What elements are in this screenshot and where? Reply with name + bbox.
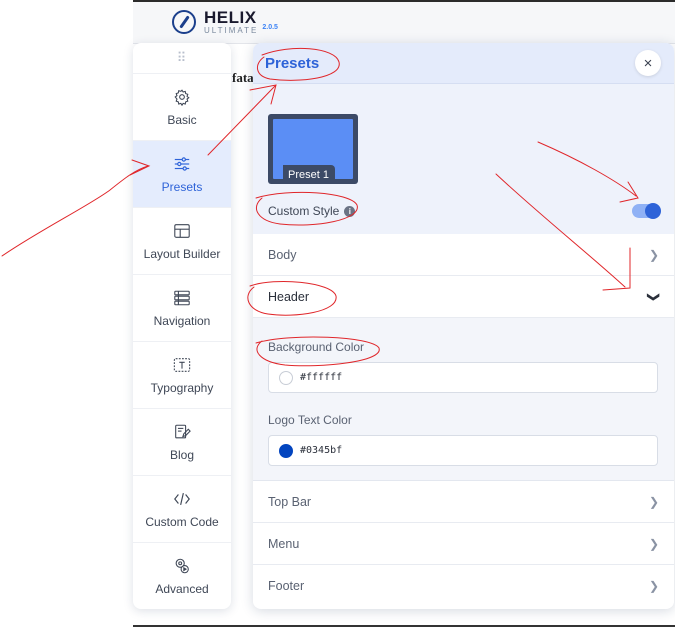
logo-text-color-label: Logo Text Color	[268, 413, 352, 427]
background-color-input[interactable]: #ffffff	[268, 362, 658, 393]
sliders-icon	[172, 155, 192, 173]
panel-title: Presets	[265, 54, 320, 72]
edit-icon	[172, 423, 192, 441]
chevron-right-icon: ❯	[648, 579, 659, 593]
logo-title: HELIX	[204, 8, 257, 27]
sidebar-item-label: Typography	[150, 380, 214, 395]
accordion-menu[interactable]: Menu ❯	[253, 523, 674, 565]
close-icon: ×	[643, 54, 653, 72]
accordion-top-bar[interactable]: Top Bar ❯	[253, 481, 674, 523]
background-color-value: #ffffff	[300, 372, 343, 383]
accordion-label: Body	[268, 247, 297, 262]
helix-logo: HELIX ULTIMATE 2.0.5	[172, 9, 278, 35]
background-text-fragment: fata	[232, 70, 254, 85]
bottom-divider	[133, 625, 675, 627]
accordion-body[interactable]: Body ❯	[253, 234, 674, 276]
sidebar-item-basic[interactable]: Basic	[133, 74, 231, 141]
menu-list-icon	[172, 289, 192, 307]
code-icon	[172, 490, 192, 508]
background-color-label: Background Color	[268, 340, 365, 354]
accordion-label: Footer	[268, 579, 305, 593]
logo-text-color-swatch[interactable]	[279, 443, 293, 458]
sidebar-item-label: Presets	[161, 179, 203, 194]
close-button[interactable]: ×	[635, 50, 661, 76]
chevron-down-icon: ❯	[646, 291, 661, 302]
logo-text: HELIX ULTIMATE	[204, 9, 258, 35]
logo-text-color-value: #0345bf	[300, 445, 343, 456]
helix-logo-icon	[172, 10, 196, 34]
sidebar-item-custom-code[interactable]: Custom Code	[133, 476, 231, 543]
background-color-swatch[interactable]	[279, 370, 293, 385]
accordion-label: Top Bar	[268, 494, 312, 509]
custom-style-label: Custom Style	[268, 204, 340, 218]
sidebar-item-label: Navigation	[153, 313, 211, 328]
sidebar-item-presets[interactable]: Presets	[133, 141, 231, 208]
accordion-footer[interactable]: Footer ❯	[253, 565, 674, 607]
header-settings: Background Color #ffffff Logo Text Color…	[253, 318, 674, 481]
accordion-label: Menu	[268, 536, 300, 551]
annotation-arrow-sidebar	[1, 165, 149, 257]
sidebar-item-label: Advanced	[155, 582, 209, 596]
preset-section: Preset 1 Custom Style i	[253, 84, 674, 234]
panel-header: Presets ×	[253, 43, 674, 84]
sidebar-item-navigation[interactable]: Navigation	[133, 275, 231, 342]
drag-handle-icon[interactable]: ⠿	[133, 43, 231, 74]
layout-icon	[172, 222, 192, 240]
options-sidebar: ⠿ Basic Presets Layout Builder Navigatio…	[133, 43, 231, 609]
preset-thumbnail[interactable]: Preset 1	[268, 114, 358, 184]
presets-panel: Presets × Preset 1 Custom Style i Body ❯…	[253, 43, 674, 609]
sidebar-item-label: Custom Code	[145, 514, 219, 529]
text-icon	[172, 356, 192, 374]
chevron-right-icon: ❯	[648, 494, 659, 509]
logo-version: 2.0.5	[262, 23, 278, 31]
chevron-right-icon: ❯	[648, 536, 659, 551]
toggle-knob	[645, 203, 661, 219]
advanced-gear-icon	[172, 557, 192, 575]
sidebar-item-layout-builder[interactable]: Layout Builder	[133, 208, 231, 275]
screenshot: HELIX ULTIMATE 2.0.5 fata ⠿ Basic Preset…	[0, 0, 675, 629]
sidebar-item-label: Blog	[169, 447, 195, 462]
preset-label: Preset 1	[283, 165, 335, 184]
logo-subtitle: ULTIMATE	[204, 26, 259, 35]
sidebar-item-blog[interactable]: Blog	[133, 409, 231, 476]
custom-style-row: Custom Style i	[268, 204, 356, 218]
accordion-header[interactable]: Header ❯	[253, 276, 674, 318]
logo-text-color-input[interactable]: #0345bf	[268, 435, 658, 466]
info-icon[interactable]: i	[344, 205, 356, 217]
sidebar-item-advanced[interactable]: Advanced	[133, 543, 231, 609]
gear-icon	[172, 88, 192, 106]
chevron-right-icon: ❯	[648, 247, 659, 262]
custom-style-toggle[interactable]	[632, 203, 661, 219]
sidebar-item-typography[interactable]: Typography	[133, 342, 231, 409]
sidebar-item-label: Layout Builder	[143, 246, 221, 261]
accordion-label: Header	[268, 289, 309, 304]
sidebar-item-label: Basic	[167, 112, 197, 127]
